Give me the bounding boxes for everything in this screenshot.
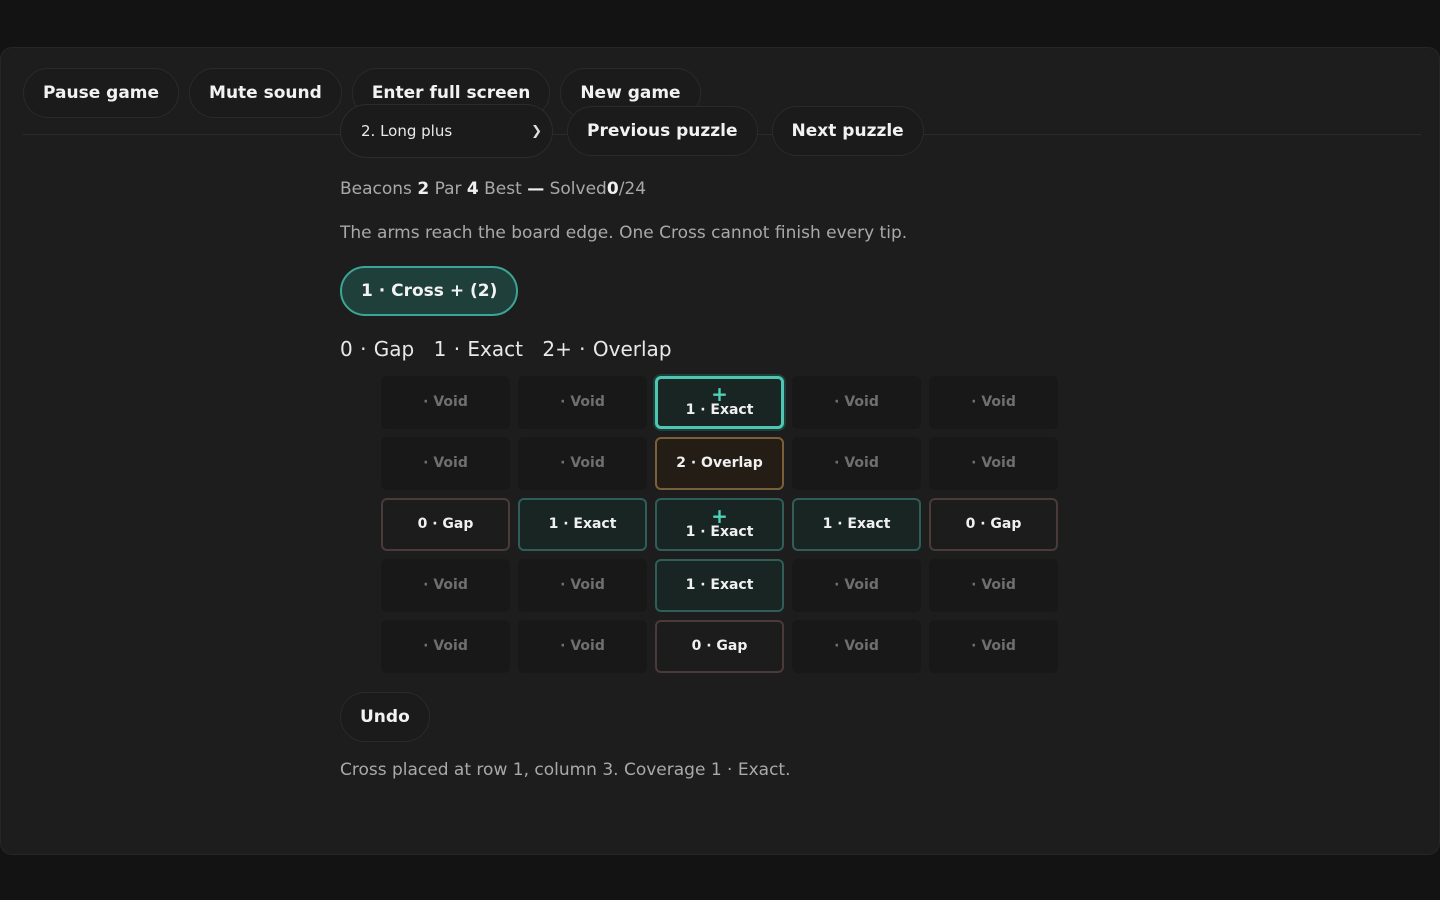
status-message: Cross placed at row 1, column 3. Coverag… bbox=[340, 760, 791, 780]
chevron-down-icon: ❯ bbox=[531, 123, 542, 139]
board-cell[interactable]: · Void bbox=[792, 376, 921, 429]
legend-gap: 0 · Gap bbox=[340, 337, 415, 361]
undo-button[interactable]: Undo bbox=[340, 692, 430, 742]
best-label: Best bbox=[484, 179, 522, 199]
board-cell[interactable]: · Void bbox=[518, 437, 647, 490]
cell-label: · Void bbox=[834, 638, 879, 654]
coverage-legend: 0 · Gap 1 · Exact 2+ · Overlap bbox=[340, 337, 1140, 363]
cell-label: · Void bbox=[560, 577, 605, 593]
mute-button[interactable]: Mute sound bbox=[189, 68, 342, 118]
cell-label: 2 · Overlap bbox=[676, 455, 763, 471]
board-cell[interactable]: · Void bbox=[518, 376, 647, 429]
stats-line: Beacons 2 Par 4 Best — Solved0/24 bbox=[340, 179, 1140, 201]
cell-label: · Void bbox=[971, 577, 1016, 593]
cell-label: 1 · Exact bbox=[822, 516, 891, 532]
cell-label: · Void bbox=[971, 638, 1016, 654]
game-board: · Void · Void +1 · Exact · Void · Void · Void… bbox=[381, 376, 1058, 673]
piece-cross-button[interactable]: 1 · Cross + (2) bbox=[340, 266, 519, 316]
cell-label: 1 · Exact bbox=[685, 402, 754, 418]
cell-label: 0 · Gap bbox=[691, 638, 748, 654]
board-cell[interactable]: 0 · Gap bbox=[929, 498, 1058, 551]
cell-label: · Void bbox=[560, 455, 605, 471]
cell-label: · Void bbox=[834, 577, 879, 593]
cell-label: 1 · Exact bbox=[685, 577, 754, 593]
solved-total: /24 bbox=[618, 179, 647, 199]
cell-label: · Void bbox=[423, 577, 468, 593]
hint-message: The arms reach the board edge. One Cross… bbox=[340, 223, 908, 243]
cell-label: · Void bbox=[423, 455, 468, 471]
board-cell[interactable]: +1 · Exact bbox=[655, 498, 784, 551]
pause-button[interactable]: Pause game bbox=[23, 68, 180, 118]
beacons-value: 2 bbox=[417, 179, 430, 199]
cell-label: 0 · Gap bbox=[965, 516, 1022, 532]
board-cell[interactable]: 0 · Gap bbox=[655, 620, 784, 673]
cell-label: · Void bbox=[423, 638, 468, 654]
solved-label: Solved bbox=[549, 179, 607, 199]
cross-piece-icon: + bbox=[711, 504, 728, 528]
board-cell[interactable]: 1 · Exact bbox=[792, 498, 921, 551]
cell-label: · Void bbox=[971, 394, 1016, 410]
cell-label: · Void bbox=[971, 455, 1016, 471]
best-value: — bbox=[527, 179, 545, 199]
board-cell[interactable]: · Void bbox=[929, 620, 1058, 673]
cell-label: · Void bbox=[560, 638, 605, 654]
board-cell[interactable]: 1 · Exact bbox=[518, 498, 647, 551]
board-cell[interactable]: · Void bbox=[381, 437, 510, 490]
cell-label: · Void bbox=[834, 455, 879, 471]
board-cell[interactable]: · Void bbox=[518, 559, 647, 612]
cell-label: 0 · Gap bbox=[417, 516, 474, 532]
board-cell[interactable]: · Void bbox=[792, 559, 921, 612]
legend-exact: 1 · Exact bbox=[433, 337, 523, 361]
legend-overlap: 2+ · Overlap bbox=[542, 337, 672, 361]
cross-piece-icon: + bbox=[711, 382, 728, 406]
cell-label: · Void bbox=[560, 394, 605, 410]
board-cell[interactable]: · Void bbox=[929, 559, 1058, 612]
puzzle-select-value: 2. Long plus bbox=[361, 122, 453, 140]
previous-puzzle-button[interactable]: Previous puzzle bbox=[567, 106, 758, 156]
board-cell[interactable]: 0 · Gap bbox=[381, 498, 510, 551]
board-cell[interactable]: 2 · Overlap bbox=[655, 437, 784, 490]
par-label: Par bbox=[434, 179, 462, 199]
board-cell[interactable]: · Void bbox=[381, 559, 510, 612]
cell-label: · Void bbox=[834, 394, 879, 410]
board-cell[interactable]: +1 · Exact bbox=[655, 376, 784, 429]
cell-label: · Void bbox=[423, 394, 468, 410]
solved-value: 0 bbox=[606, 179, 619, 199]
cell-label: 1 · Exact bbox=[685, 524, 754, 540]
cell-label: 1 · Exact bbox=[548, 516, 617, 532]
board-cell[interactable]: 1 · Exact bbox=[655, 559, 784, 612]
board-cell[interactable]: · Void bbox=[792, 437, 921, 490]
board-cell[interactable]: · Void bbox=[381, 620, 510, 673]
board-cell[interactable]: · Void bbox=[518, 620, 647, 673]
board-cell[interactable]: · Void bbox=[381, 376, 510, 429]
par-value: 4 bbox=[466, 179, 479, 199]
puzzle-area: 2. Long plus ❯ Previous puzzle Next puzz… bbox=[340, 104, 1140, 363]
puzzle-select[interactable]: 2. Long plus ❯ bbox=[340, 104, 553, 158]
board-cell[interactable]: · Void bbox=[929, 437, 1058, 490]
board-cell[interactable]: · Void bbox=[792, 620, 921, 673]
beacons-label: Beacons bbox=[340, 179, 412, 199]
board-cell[interactable]: · Void bbox=[929, 376, 1058, 429]
next-puzzle-button[interactable]: Next puzzle bbox=[771, 106, 924, 156]
